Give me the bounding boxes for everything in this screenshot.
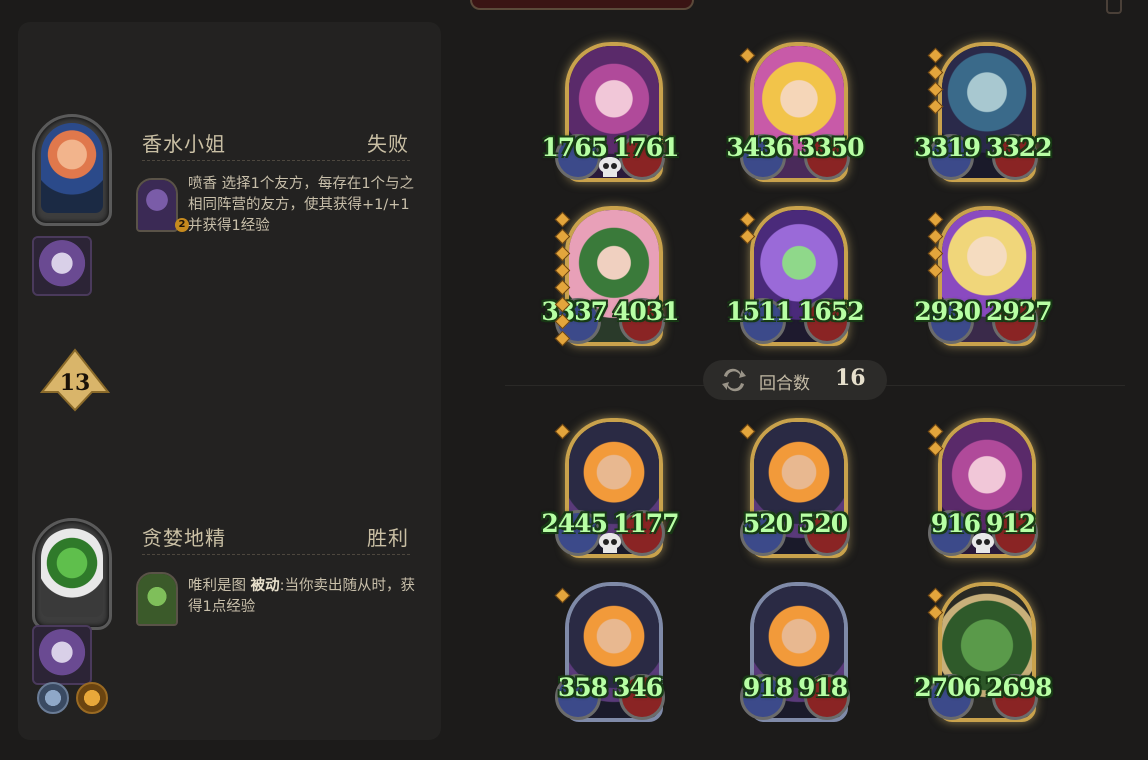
player-minion-card[interactable]: 916 912 xyxy=(908,414,1058,564)
minion-health: 3322 xyxy=(986,133,1053,162)
skull-icon xyxy=(599,157,621,177)
skull-icon xyxy=(972,533,994,553)
player-hero-name: 贪婪地精 xyxy=(142,526,226,550)
round-label: 回合数 xyxy=(759,374,810,394)
buff-gem-icon xyxy=(927,423,944,440)
minion-attack: 1511 xyxy=(726,297,793,326)
skull-icon xyxy=(599,533,621,553)
minion-attack: 3337 xyxy=(541,297,608,326)
minion-attack: 520 xyxy=(742,509,793,538)
buff-gem-icon xyxy=(739,47,756,64)
swap-icon xyxy=(722,368,746,392)
player-minion-card[interactable]: 520 520 xyxy=(720,414,870,564)
player-minion-card[interactable]: 2706 2698 xyxy=(908,578,1058,728)
tavern-tier-badge: 13 xyxy=(39,348,111,412)
player-hero-portrait[interactable] xyxy=(32,518,112,630)
player-minion-card[interactable]: 2445 1177 xyxy=(535,414,685,564)
hero-power-keyword: 被动 xyxy=(250,578,280,594)
minion-health: 1652 xyxy=(798,297,865,326)
player-quest-card[interactable] xyxy=(32,625,92,685)
minion-health: 2698 xyxy=(986,673,1053,702)
opponent-minion-card[interactable]: 1511 1652 xyxy=(720,202,870,352)
tavern-tier-value: 13 xyxy=(59,370,91,396)
buff-gem-icon xyxy=(554,211,571,228)
player-result: 胜利 xyxy=(367,526,409,550)
top-banner-frame xyxy=(470,0,694,10)
coin-icon[interactable] xyxy=(76,682,108,714)
minion-attack: 3319 xyxy=(914,133,981,162)
buff-gem-icon xyxy=(927,587,944,604)
minion-health: 3350 xyxy=(798,133,865,162)
minion-attack: 918 xyxy=(742,673,793,702)
opponent-minion-card[interactable]: 2930 2927 xyxy=(908,202,1058,352)
buff-gem-icon xyxy=(927,47,944,64)
player-section: 贪婪地精 胜利 唯利是图 被动:当你卖出随从时，获得1点经验 xyxy=(18,22,441,685)
match-summary-panel: 香水小姐 失败 2 喷香 选择1个友方，每存在1个与之相同阵营的友方，使其获得+… xyxy=(18,22,441,740)
minion-health: 520 xyxy=(798,509,848,538)
opponent-minion-card[interactable]: 3436 3350 xyxy=(720,38,870,188)
buff-gem-icon xyxy=(554,587,571,604)
round-value: 16 xyxy=(835,365,866,391)
buff-gem-icon xyxy=(739,423,756,440)
minion-health: 4031 xyxy=(613,297,680,326)
minion-health: 2927 xyxy=(986,297,1053,326)
minion-health: 346 xyxy=(613,673,663,702)
minion-health: 918 xyxy=(798,673,848,702)
player-hero-power-icon[interactable] xyxy=(136,572,178,626)
player-minion-card[interactable]: 918 918 xyxy=(720,578,870,728)
buff-gem-icon xyxy=(927,211,944,228)
window-corner-ornament xyxy=(1106,0,1122,14)
opponent-quest-card[interactable] xyxy=(32,236,92,296)
buff-gem-icon xyxy=(554,423,571,440)
minion-attack: 358 xyxy=(557,673,608,702)
player-hero-power-desc: 唯利是图 被动:当你卖出随从时，获得1点经验 xyxy=(188,576,424,618)
sword-icon[interactable] xyxy=(37,682,69,714)
opponent-minion-card[interactable]: 3337 4031 xyxy=(535,202,685,352)
minion-attack: 2706 xyxy=(914,673,981,702)
hero-power-name: 唯利是图 xyxy=(188,578,246,594)
player-minion-card[interactable]: 358 346 xyxy=(535,578,685,728)
opponent-minion-card[interactable]: 1765 1761 xyxy=(535,38,685,188)
opponent-minion-card[interactable]: 3319 3322 xyxy=(908,38,1058,188)
divider xyxy=(142,554,410,555)
minion-attack: 3436 xyxy=(726,133,793,162)
round-counter: 回合数 16 xyxy=(703,360,887,400)
buff-gem-icon xyxy=(739,211,756,228)
minion-attack: 2930 xyxy=(914,297,981,326)
